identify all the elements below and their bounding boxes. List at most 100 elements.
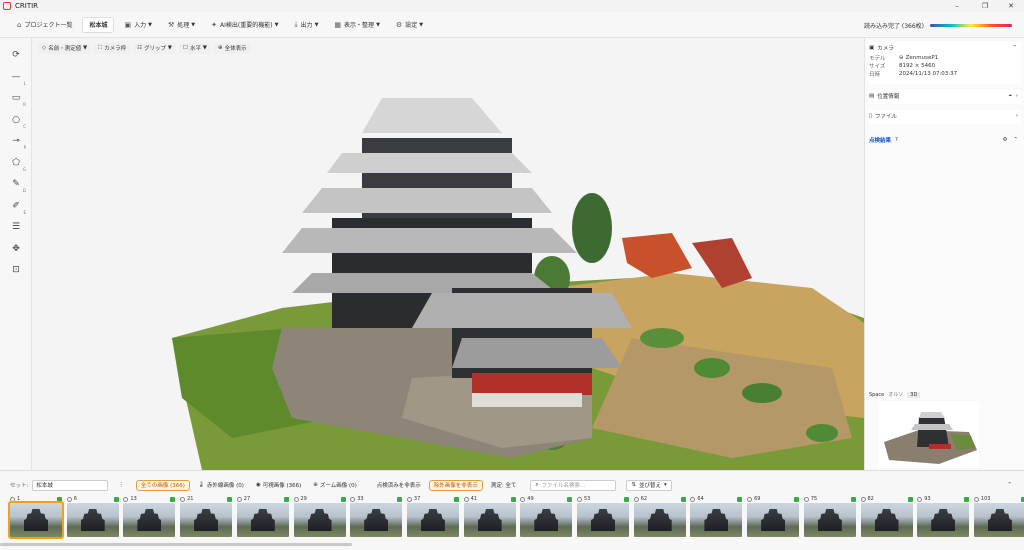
select-radio[interactable] [293,496,299,502]
thumbnail-image[interactable] [917,503,970,537]
process-menu[interactable]: ⚒ 処理 ▼ [162,17,201,33]
horizontal-toggle[interactable]: ☐ 水平 ▼ [179,42,211,54]
thumbnail-image[interactable] [123,503,176,537]
image-thumbnail[interactable]: 37 [406,495,461,539]
show-all-button[interactable]: ⊕ 全体表示 [213,42,251,54]
set-select[interactable]: 松本城 [32,479,109,491]
edit-tool[interactable]: ✐ E [9,199,26,215]
select-radio[interactable] [123,496,129,502]
image-thumbnail[interactable]: 41 [463,495,518,539]
select-radio[interactable] [577,496,582,502]
select-radio[interactable] [350,496,356,502]
project-list-button[interactable]: ⌂ プロジェクト一覧 [11,17,78,33]
ai-detect-menu[interactable]: ✦ AI検出(重要的機能) ▼ [205,17,284,33]
circle-tool[interactable]: ○ C [9,113,26,129]
filter-zoom[interactable]: ⊕ ズーム画像 (0) [309,480,360,491]
inspection-header[interactable]: 点検結果? ⚙ ⌃ [869,134,1021,146]
thumbnail-image[interactable] [8,501,64,539]
select-radio[interactable] [860,496,866,502]
image-thumbnail[interactable]: 6 [66,495,121,539]
collapse-strip-icon[interactable]: ⌃ [1007,482,1012,488]
image-thumbnail[interactable]: 75 [803,495,858,539]
select-radio[interactable] [236,496,242,502]
move-tool[interactable]: ✥ [9,242,23,256]
sort-button[interactable]: ⇅ 並び替え ▾ [626,479,672,491]
select-radio[interactable] [917,496,923,502]
thumbnail-image[interactable] [577,503,629,537]
help-icon[interactable]: ? [895,137,898,143]
close-button[interactable]: ✕ [1000,0,1022,12]
image-thumbnail[interactable]: 27 [236,495,291,539]
thumbnail-image[interactable] [633,503,686,537]
select-radio[interactable] [66,496,72,502]
select-radio[interactable] [180,496,186,502]
minimize-button[interactable]: – [946,0,968,12]
select-radio[interactable] [690,496,696,502]
image-thumbnail[interactable]: 49 [520,495,574,539]
thumbnail-scrollbar[interactable] [0,543,352,546]
select-radio[interactable] [803,496,809,502]
image-thumbnail[interactable]: 29 [293,495,348,539]
adjust-tool[interactable]: ☰ [9,220,23,234]
image-thumbnail[interactable]: 1 [8,495,64,539]
select-radio[interactable] [633,496,639,502]
name-measure-toggle[interactable]: ◇ 名前・測定値 ▼ [38,42,92,54]
thumbnail-image[interactable] [180,503,233,537]
thumbnail-image[interactable] [293,503,346,537]
pen-tool[interactable]: ✎ D [9,177,26,193]
output-menu[interactable]: ⤓ 出力 ▼ [288,17,324,33]
image-thumbnail[interactable]: 82 [860,495,915,539]
image-thumbnail[interactable]: 69 [747,495,801,539]
select-radio[interactable] [973,496,979,502]
camera-header[interactable]: ▣ カメラ ⌃ [869,42,1021,54]
measure-filter[interactable]: 測定: 全て [487,480,521,491]
image-thumbnail[interactable]: 33 [350,495,404,539]
hide-excluded-toggle[interactable]: 除外画像を非表示 [428,479,483,491]
3d-viewport[interactable]: ◇ 名前・測定値 ▼ ⛶ カメラ枠 ☷ グリップ ▼ ☐ 水平 ▼ ⊕ 全体表示 [32,38,864,470]
thumbnail-image[interactable] [236,503,289,537]
gear-icon[interactable]: ⚙ [1002,137,1007,143]
thumbnail-image[interactable] [350,503,403,537]
minimap-3d-tab[interactable]: 3D [907,391,921,398]
rotate-view-tool[interactable]: ⟳ [9,48,23,62]
maximize-button[interactable]: ❐ [974,0,996,12]
select-radio[interactable] [406,496,412,502]
thumbnail-image[interactable] [860,503,913,537]
thumbnail-image[interactable] [520,503,573,537]
filter-visible[interactable]: ◉ 可視画像 (366) [252,480,305,491]
thumbnail-image[interactable] [690,503,743,537]
image-thumbnail[interactable]: 93 [917,495,971,539]
image-thumbnail[interactable]: 103 [973,495,1024,539]
grip-toggle[interactable]: ☷ グリップ ▼ [133,42,177,54]
image-thumbnail[interactable]: 62 [633,495,688,539]
location-header[interactable]: ▤ 位置情報 ⌖ › [869,90,1021,102]
polygon-tool[interactable]: ⬠ G [9,156,26,172]
filter-all-images[interactable]: 全ての画像 (366) [135,479,190,491]
select-radio[interactable] [520,496,526,502]
point-tool[interactable]: ⊸ P [9,134,26,150]
select-radio[interactable] [10,496,15,502]
camera-frame-toggle[interactable]: ⛶ カメラ枠 [94,42,131,54]
input-menu[interactable]: ▣ 入力 ▼ [118,17,158,33]
file-section[interactable]: ▯ ファイル › [869,110,1021,124]
focus-tool[interactable]: ⊡ [9,263,23,277]
image-thumbnail[interactable]: 13 [123,495,177,539]
file-header[interactable]: ▯ ファイル › [869,110,1021,122]
select-radio[interactable] [747,496,753,502]
location-section[interactable]: ▤ 位置情報 ⌖ › [869,90,1021,104]
settings-menu[interactable]: ⚙ 設定 ▼ [390,17,429,33]
thumbnail-image[interactable] [973,503,1024,537]
hide-inspected-toggle[interactable]: 点検済みを非表示 [373,480,425,491]
thumbnail-image[interactable] [66,503,119,537]
thumbnail-image[interactable] [463,503,516,537]
more-options-icon[interactable]: ⋮ [118,482,124,488]
project-tab[interactable]: 松本城 [82,16,115,33]
minimap-thumbnail[interactable] [879,402,979,468]
image-thumbnail[interactable]: 64 [690,495,744,539]
select-radio[interactable] [463,496,469,502]
image-thumbnail[interactable]: 53 [577,495,631,539]
line-tool[interactable]: — L [9,70,27,86]
thumbnail-image[interactable] [803,503,856,537]
display-menu[interactable]: ▦ 表示・整理 ▼ [328,17,386,33]
filter-infrared[interactable]: 🌡︎ 赤外線画像 (0) [194,480,248,491]
